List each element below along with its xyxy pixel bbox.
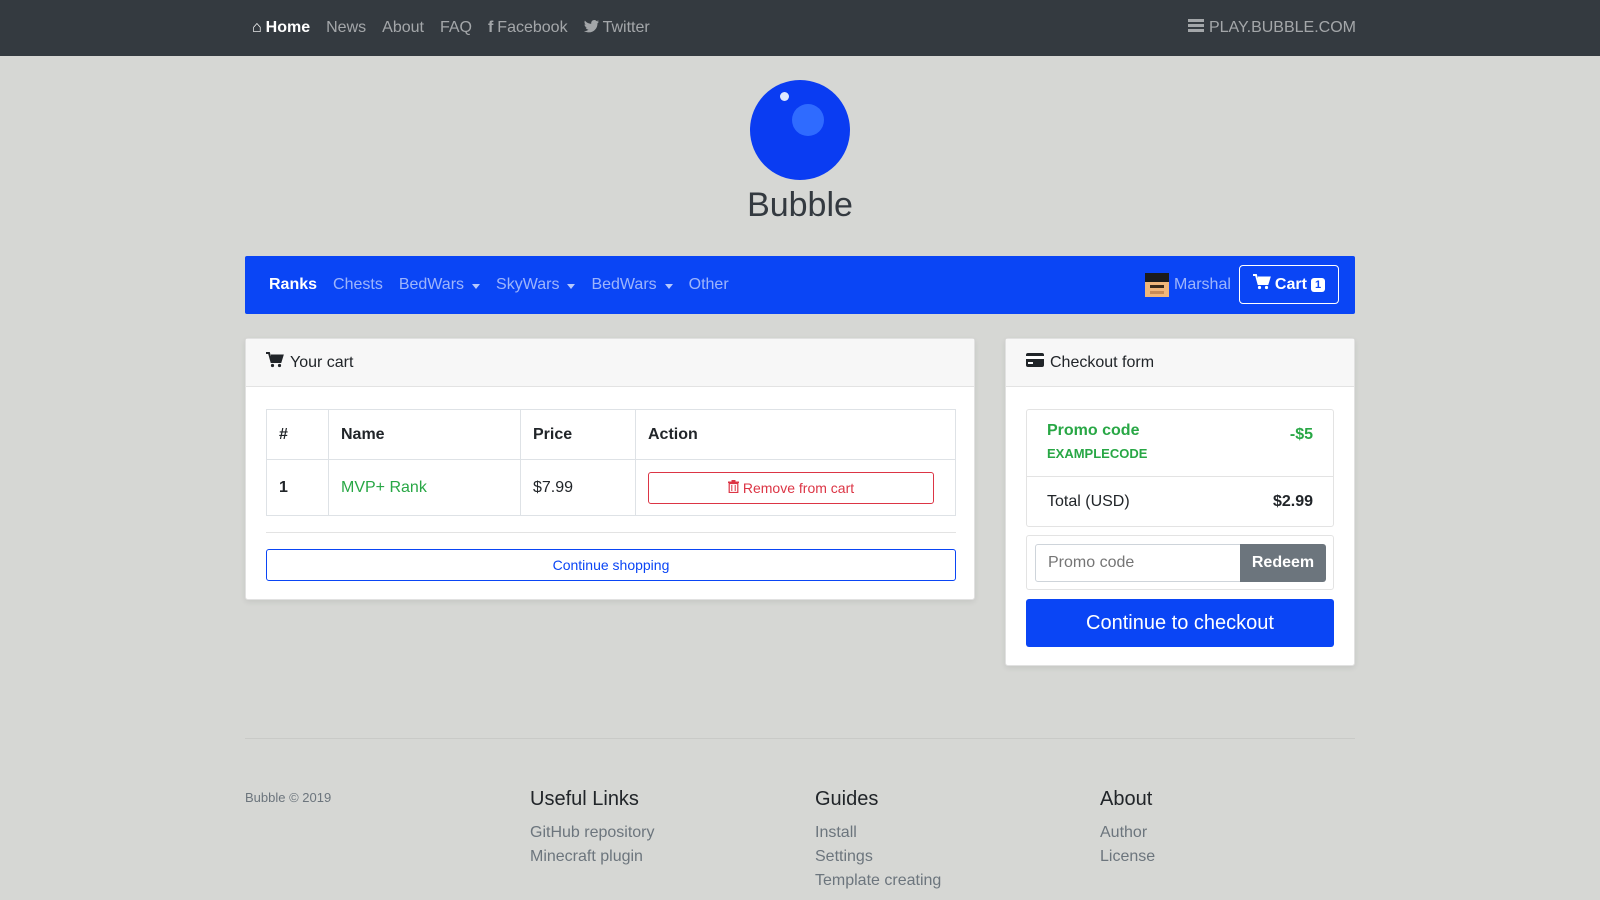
footer-link-github[interactable]: GitHub repository <box>530 821 655 845</box>
logo-highlight <box>780 92 789 101</box>
cart-table: # Name Price Action 1 MVP+ Rank $7.99 Re… <box>266 409 956 516</box>
redeem-button[interactable]: Redeem <box>1240 544 1326 582</box>
footer-column-about: About Author License <box>1100 788 1155 869</box>
cart-button[interactable]: Cart 1 <box>1239 265 1339 304</box>
store-categories: Ranks Chests BedWars SkyWars BedWars Oth… <box>269 256 729 314</box>
cart-icon <box>1252 274 1271 295</box>
footer-link-install[interactable]: Install <box>815 821 941 845</box>
cart-panel: Your cart # Name Price Action 1 MVP+ Ran… <box>245 338 975 600</box>
top-navbar: ⌂ Home News About FAQ f Facebook Twitter… <box>0 0 1600 56</box>
footer-link-settings[interactable]: Settings <box>815 845 941 869</box>
column-header: Price <box>520 409 636 460</box>
order-summary: Promo code EXAMPLECODE -$5 Total (USD) $… <box>1026 409 1334 527</box>
top-nav-links: ⌂ Home News About FAQ f Facebook Twitter <box>252 0 650 56</box>
logo-inner-circle <box>792 104 824 136</box>
nav-news[interactable]: News <box>326 19 366 37</box>
row-number: 1 <box>266 459 329 516</box>
nav-twitter[interactable]: Twitter <box>583 19 650 37</box>
promo-summary-row: Promo code EXAMPLECODE -$5 <box>1027 410 1333 477</box>
nav-facebook[interactable]: f Facebook <box>488 19 568 37</box>
nav-about[interactable]: About <box>382 19 424 37</box>
promo-form: Redeem <box>1026 535 1334 590</box>
user-menu[interactable]: Marshal <box>1145 256 1231 314</box>
action-cell: Remove from cart <box>635 459 956 516</box>
cart-count-badge: 1 <box>1310 277 1326 292</box>
category-ranks[interactable]: Ranks <box>269 276 317 294</box>
caret-down-icon <box>567 283 576 289</box>
copyright: Bubble © 2019 <box>245 790 332 805</box>
promo-code-input[interactable] <box>1035 544 1241 582</box>
twitter-icon <box>583 19 599 37</box>
total-label: Total (USD) <box>1047 492 1130 510</box>
total-value: $2.99 <box>1272 492 1313 510</box>
footer-column-useful-links: Useful Links GitHub repository Minecraft… <box>530 788 655 869</box>
checkout-panel: Checkout form Promo code EXAMPLECODE -$5… <box>1005 338 1355 666</box>
continue-shopping-button[interactable]: Continue shopping <box>266 549 956 581</box>
caret-down-icon <box>664 283 673 289</box>
footer-divider <box>245 738 1355 739</box>
footer-heading: Useful Links <box>530 788 639 810</box>
home-icon: ⌂ <box>252 19 262 36</box>
promo-title: Promo code <box>1047 422 1140 439</box>
nav-faq[interactable]: FAQ <box>440 19 472 37</box>
category-bedwars-dropdown-2[interactable]: BedWars <box>591 276 673 294</box>
column-header: Action <box>635 409 956 460</box>
continue-to-checkout-button[interactable]: Continue to checkout <box>1026 599 1334 647</box>
facebook-icon: f <box>487 19 494 36</box>
caret-down-icon <box>472 283 481 289</box>
promo-discount: -$5 <box>1289 426 1313 443</box>
divider <box>266 532 956 533</box>
category-other[interactable]: Other <box>689 276 729 294</box>
credit-card-icon <box>1026 353 1044 372</box>
trash-icon <box>727 479 739 496</box>
cart-icon <box>266 352 284 373</box>
footer-heading: About <box>1100 788 1153 810</box>
username: Marshal <box>1174 276 1231 293</box>
footer-link-license[interactable]: License <box>1100 845 1155 869</box>
table-header-row: # Name Price Action <box>266 409 956 460</box>
table-row: 1 MVP+ Rank $7.99 Remove from cart <box>266 459 956 516</box>
footer-link-template-creating[interactable]: Template creating <box>815 869 941 893</box>
store-navbar: Ranks Chests BedWars SkyWars BedWars Oth… <box>245 256 1355 314</box>
footer-column-guides: Guides Install Settings Template creatin… <box>815 788 941 893</box>
category-skywars-dropdown[interactable]: SkyWars <box>496 276 576 294</box>
total-row: Total (USD) $2.99 <box>1027 477 1333 526</box>
category-bedwars-dropdown[interactable]: BedWars <box>399 276 481 294</box>
bubble-logo <box>750 80 850 180</box>
column-header: Name <box>328 409 521 460</box>
column-header: # <box>266 409 329 460</box>
product-name-link[interactable]: MVP+ Rank <box>328 459 521 516</box>
footer-link-minecraft-plugin[interactable]: Minecraft plugin <box>530 845 655 869</box>
category-chests[interactable]: Chests <box>333 276 383 294</box>
applied-promo-code: EXAMPLECODE <box>1047 446 1148 461</box>
brand-title: Bubble <box>747 186 853 224</box>
product-price: $7.99 <box>520 459 636 516</box>
footer-link-author[interactable]: Author <box>1100 821 1155 845</box>
nav-home[interactable]: ⌂ Home <box>252 19 310 37</box>
checkout-header: Checkout form <box>1006 339 1354 387</box>
server-address-link[interactable]: PLAY.BUBBLE.COM <box>1187 0 1356 56</box>
cart-header: Your cart <box>246 339 974 387</box>
footer-heading: Guides <box>815 788 879 810</box>
server-icon <box>1187 19 1204 37</box>
remove-from-cart-button[interactable]: Remove from cart <box>648 471 934 504</box>
avatar <box>1145 273 1169 297</box>
